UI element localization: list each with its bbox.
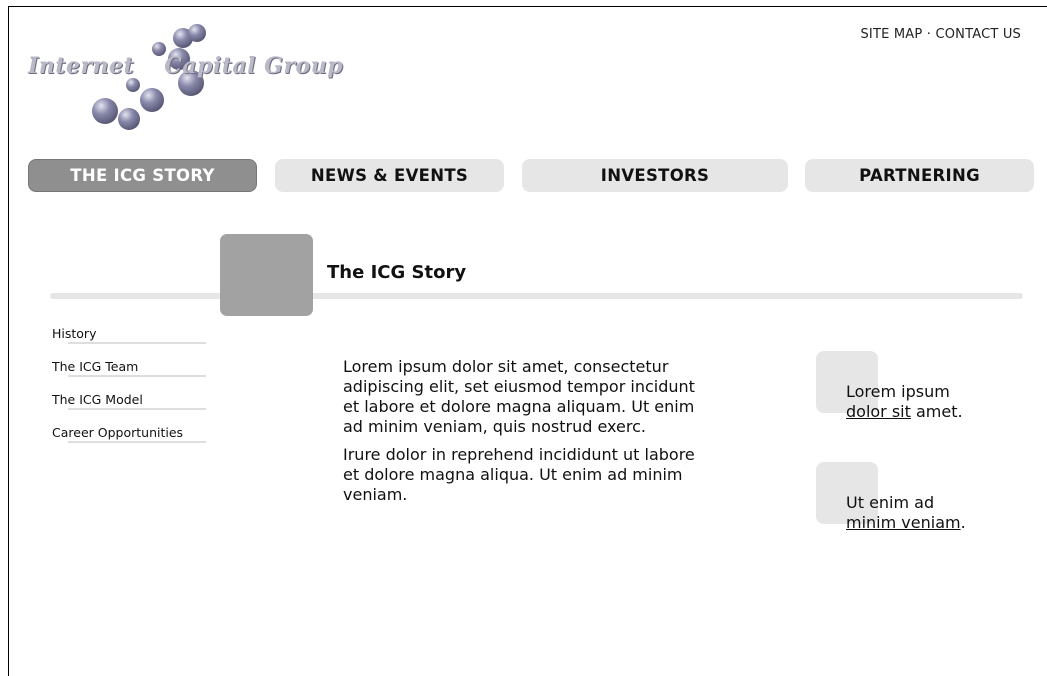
promo-link[interactable]: dolor sit [846,402,911,421]
subnav-underline [68,441,206,443]
nav-tab-label: INVESTORS [600,166,710,185]
logo-sphere [188,24,206,42]
subnav-item-icg-model[interactable]: The ICG Model [52,392,206,425]
logo-sphere [92,98,118,124]
body-content: Lorem ipsum dolor sit amet, consectetur … [343,357,703,513]
promo-callout: Ut enim ad minim veniam. [846,493,966,533]
logo-sphere [126,78,140,92]
subnav-item-icg-team[interactable]: The ICG Team [52,359,206,392]
subnav-underline [68,408,206,410]
logo-sphere [140,88,164,112]
promo-text: . [960,513,966,532]
subnav-underline [68,342,206,344]
body-paragraph: Lorem ipsum dolor sit amet, consectetur … [343,357,695,436]
utility-links: SITE MAP · CONTACT US [860,27,1021,42]
link-separator: · [926,27,932,42]
nav-tab-label: NEWS & EVENTS [310,166,469,185]
nav-tab-icg-story[interactable]: THE ICG STORY [28,159,257,192]
subnav-item-label: History [52,326,97,341]
promo-text: Ut enim ad [846,493,935,512]
subnav-item-label: The ICG Model [52,392,143,407]
logo-sphere [118,108,140,130]
subnav-item-label: Career Opportunities [52,425,184,440]
site-map-link[interactable]: SITE MAP [860,27,922,42]
body-paragraph: Irure dolor in reprehend incididunt ut l… [343,445,695,504]
logo-word: Internet [28,53,135,79]
subnav-underline [68,375,206,377]
promo-link[interactable]: minim veniam [846,513,961,532]
subnav-item-history[interactable]: History [52,326,206,359]
nav-tab-news-events[interactable]: NEWS & EVENTS [275,159,504,192]
subnav: History The ICG Team The ICG Model Caree… [52,326,206,458]
section-divider [50,293,1023,299]
company-logo[interactable]: Internet Capital Group [28,20,448,135]
nav-tab-label: PARTNERING [859,166,980,185]
promo-callout: Lorem ipsum dolor sit amet. [846,382,963,422]
contact-us-link[interactable]: CONTACT US [935,27,1021,42]
subnav-item-label: The ICG Team [52,359,139,374]
nav-tab-investors[interactable]: INVESTORS [522,159,788,192]
logo-word: Capital [164,53,256,79]
promo-text: amet. [910,402,963,421]
section-image-placeholder [220,234,313,316]
promo-text: Lorem ipsum [846,382,950,401]
nav-tab-partnering[interactable]: PARTNERING [805,159,1034,192]
nav-tab-label: THE ICG STORY [70,166,215,185]
logo-wordmark: Internet Capital Group [28,53,343,79]
page-title: The ICG Story [327,262,467,283]
subnav-item-career-opportunities[interactable]: Career Opportunities [52,425,206,458]
logo-word: Group [264,53,344,79]
